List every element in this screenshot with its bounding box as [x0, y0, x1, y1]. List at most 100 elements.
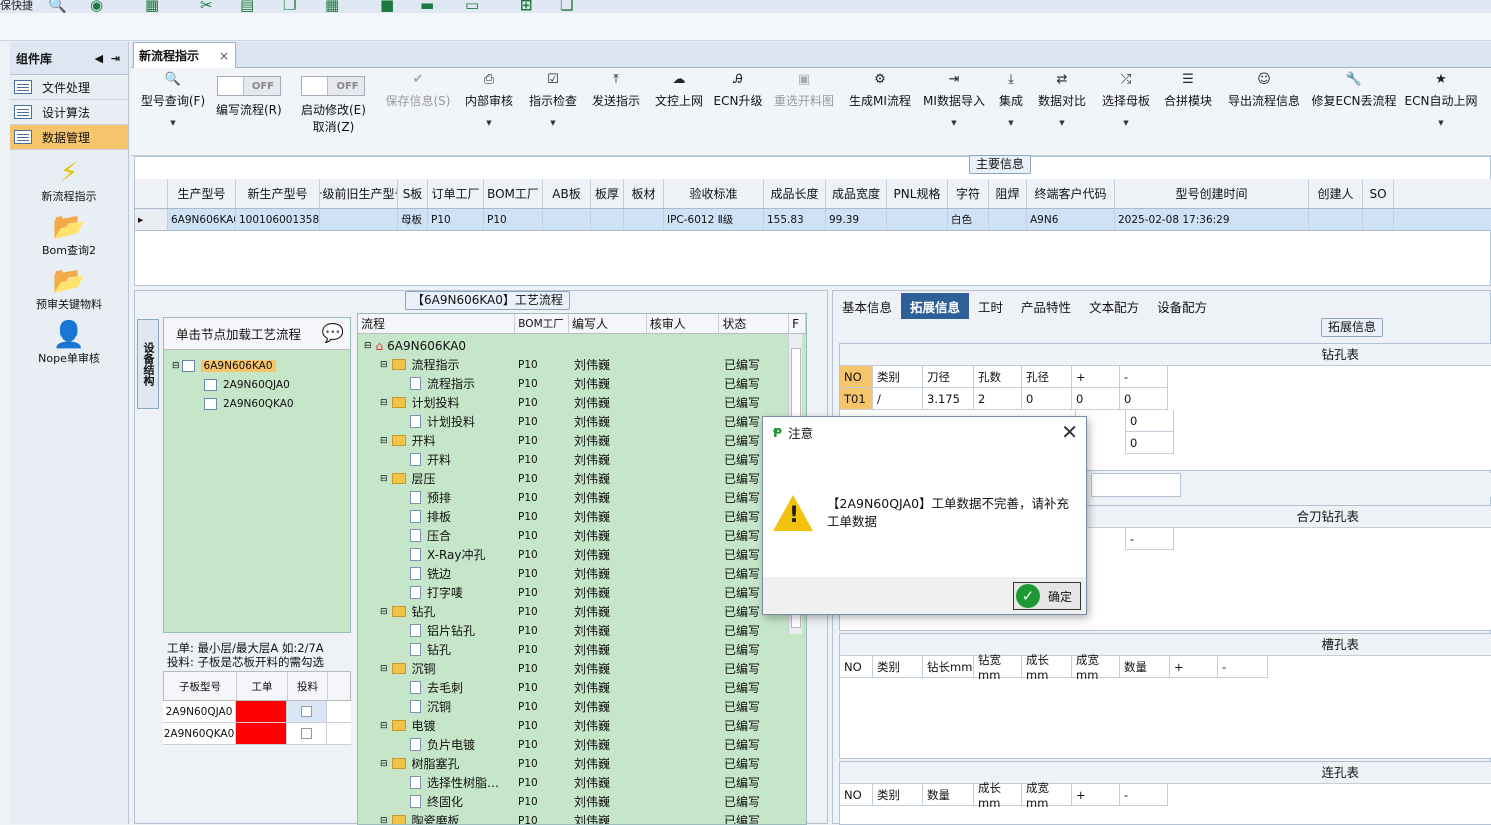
flow-row[interactable]: X-Ray冲孔P10刘伟巍已编写 [358, 545, 807, 564]
flow-root[interactable]: ⊟⌂6A9N606KA0 [358, 336, 807, 355]
flow-row[interactable]: ⊟沉铜P10刘伟巍已编写 [358, 659, 807, 678]
column-header[interactable]: 型号创建时间 [1115, 179, 1309, 208]
column-header[interactable]: 生产型号 [168, 179, 236, 208]
cancel-label[interactable]: 取消(Z) [313, 118, 355, 135]
flow-row[interactable]: 铝片钻孔P10刘伟巍已编写 [358, 621, 807, 640]
order-cell[interactable] [236, 701, 287, 722]
column-header[interactable]: 终端客户代码 [1027, 179, 1115, 208]
close-icon[interactable]: ✕ [1061, 420, 1078, 444]
scissors-icon[interactable]: ✂ [200, 0, 213, 13]
toggle-write-flow[interactable]: OFF编写流程(R) [216, 76, 282, 118]
chevron-down-icon[interactable]: ▼ [951, 119, 956, 127]
search-button[interactable]: 🔍型号查询(F)▼ [133, 72, 213, 127]
gears-button[interactable]: ⚙生成MI流程 [840, 72, 920, 109]
flow-row[interactable]: ⊟计划投料P10刘伟巍已编写 [358, 393, 807, 412]
table-icon[interactable]: ▦ [145, 0, 159, 13]
column-header[interactable]: S板 [398, 179, 428, 208]
windows-icon[interactable]: ⊞ [520, 0, 533, 13]
tab-equipment-structure[interactable]: 设备结构 [137, 319, 159, 409]
flow-row[interactable]: 排板P10刘伟巍已编写 [358, 507, 807, 526]
monitor-icon[interactable]: ▭ [465, 0, 479, 13]
chevron-down-icon[interactable]: ▼ [1008, 119, 1013, 127]
sidebar-item-algorithm[interactable]: 设计算法 [10, 100, 128, 125]
wrench-button[interactable]: 🔧修复ECN丢流程 [1314, 72, 1394, 109]
column-header[interactable]: 板厚 [591, 179, 624, 208]
check-button[interactable]: ✔保存信息(S) [378, 72, 458, 109]
chevron-down-icon[interactable]: ▼ [550, 119, 555, 127]
smile-button[interactable]: ☺导出流程信息 [1224, 72, 1304, 109]
sidebar-item-file[interactable]: 文件处理 [10, 75, 128, 100]
image-button[interactable]: ▣重选开料图 [764, 72, 844, 109]
flow-row[interactable]: 负片电镀P10刘伟巍已编写 [358, 735, 807, 754]
column-header[interactable]: BOM工厂 [484, 179, 543, 208]
column-header[interactable]: 板材 [624, 179, 664, 208]
tab-detail-2[interactable]: 工时 [969, 293, 1012, 319]
tab-detail-4[interactable]: 文本配方 [1080, 293, 1148, 319]
column-header[interactable]: 验收标准 [664, 179, 764, 208]
tab-detail-3[interactable]: 产品特性 [1012, 293, 1080, 319]
flow-row[interactable]: 铣边P10刘伟巍已编写 [358, 564, 807, 583]
column-header[interactable]: 创建人 [1309, 179, 1363, 208]
row-selector[interactable]: ▸ [135, 209, 168, 230]
flow-row[interactable]: 终固化P10刘伟巍已编写 [358, 792, 807, 811]
flow-row[interactable]: ⊟陶瓷磨板P10刘伟巍已编写 [358, 811, 807, 825]
column-header[interactable]: 成品宽度 [826, 179, 887, 208]
flow-row[interactable]: 计划投料P10刘伟巍已编写 [358, 412, 807, 431]
copy-icon[interactable]: ❐ [283, 0, 296, 13]
tool-material-review[interactable]: 📂预审关键物料 [10, 266, 128, 312]
table-row[interactable]: ▸6A9N606KA010010600135848母板P10P10IPC-601… [135, 209, 1491, 231]
toggle-knob[interactable] [302, 77, 328, 95]
chevron-down-icon[interactable]: ▼ [1059, 119, 1064, 127]
list-button[interactable]: ☰合拼模块 [1148, 72, 1228, 109]
toggle-edit[interactable]: OFF启动修改(E)取消(Z) [301, 76, 366, 135]
flow-row[interactable]: ⊟层压P10刘伟巍已编写 [358, 469, 807, 488]
flow-row[interactable]: 沉铜P10刘伟巍已编写 [358, 697, 807, 716]
search-icon[interactable]: 🔍 [48, 0, 67, 13]
flow-row[interactable]: ⊟开料P10刘伟巍已编写 [358, 431, 807, 450]
chevron-down-icon[interactable]: ▼ [1123, 119, 1128, 127]
flow-row[interactable]: 预排P10刘伟巍已编写 [358, 488, 807, 507]
order-cell[interactable] [236, 723, 287, 744]
help-icon[interactable]: ◉ [90, 0, 103, 13]
column-header[interactable]: 阻焊 [989, 179, 1027, 208]
tree-node-root[interactable]: ⊟6A9N606KA0 [172, 360, 276, 372]
flow-row[interactable]: 打字唛P10刘伟巍已编写 [358, 583, 807, 602]
column-header[interactable]: SO [1363, 179, 1394, 208]
screen-icon[interactable]: ▬ [420, 0, 434, 13]
toggle-knob[interactable] [218, 77, 244, 95]
tab-new-flow[interactable]: 新流程指示× [133, 42, 236, 68]
feed-checkbox[interactable] [301, 728, 312, 739]
column-header[interactable]: 成品长度 [764, 179, 826, 208]
flow-row[interactable]: 钻孔P10刘伟巍已编写 [358, 640, 807, 659]
ok-button[interactable]: ✓确定 [1013, 582, 1081, 610]
star-button[interactable]: ★ECN自动上网▼ [1401, 72, 1481, 127]
column-header[interactable]: 新生产型号 [236, 179, 320, 208]
flow-row[interactable]: ⊟树脂塞孔P10刘伟巍已编写 [358, 754, 807, 773]
tab-detail-5[interactable]: 设备配方 [1148, 293, 1216, 319]
close-icon[interactable]: × [219, 49, 229, 63]
collapse-icon[interactable]: ◀ ⇥ [95, 52, 120, 65]
column-header[interactable]: AB板 [543, 179, 591, 208]
column-header[interactable]: PNL规格 [887, 179, 948, 208]
flow-row[interactable]: ⊟钻孔P10刘伟巍已编写 [358, 602, 807, 621]
table-row[interactable]: 2A9N60QJA0 [163, 701, 351, 723]
flow-row[interactable]: ⊟流程指示P10刘伟巍已编写 [358, 355, 807, 374]
sidebar-item-data[interactable]: 数据管理 [10, 125, 128, 150]
tool-bom-query[interactable]: 📂Bom查询2 [10, 212, 128, 258]
tab-detail-1[interactable]: 拓展信息 [901, 293, 969, 319]
feed-checkbox[interactable] [301, 706, 312, 717]
toggle-switch[interactable]: OFF [301, 76, 365, 96]
flow-row[interactable]: 流程指示P10刘伟巍已编写 [358, 374, 807, 393]
lock-icon[interactable]: ■ [380, 0, 394, 13]
tool-new-flow[interactable]: ⚡新流程指示 [10, 158, 128, 204]
column-header[interactable]: 字符 [948, 179, 989, 208]
table-row[interactable]: T01/3.1752000 [840, 388, 1491, 410]
table-row[interactable]: 2A9N60QKA0 [163, 723, 351, 745]
chevron-down-icon[interactable]: ▼ [486, 119, 491, 127]
grid-icon[interactable]: ▤ [240, 0, 254, 13]
column-header[interactable]: 订单工厂 [428, 179, 484, 208]
minus-button[interactable]: - [1126, 528, 1174, 550]
chevron-down-icon[interactable]: ▼ [170, 119, 175, 127]
tree-node[interactable]: 2A9N60QJA0 [204, 379, 290, 391]
flow-row[interactable]: 去毛刺P10刘伟巍已编写 [358, 678, 807, 697]
